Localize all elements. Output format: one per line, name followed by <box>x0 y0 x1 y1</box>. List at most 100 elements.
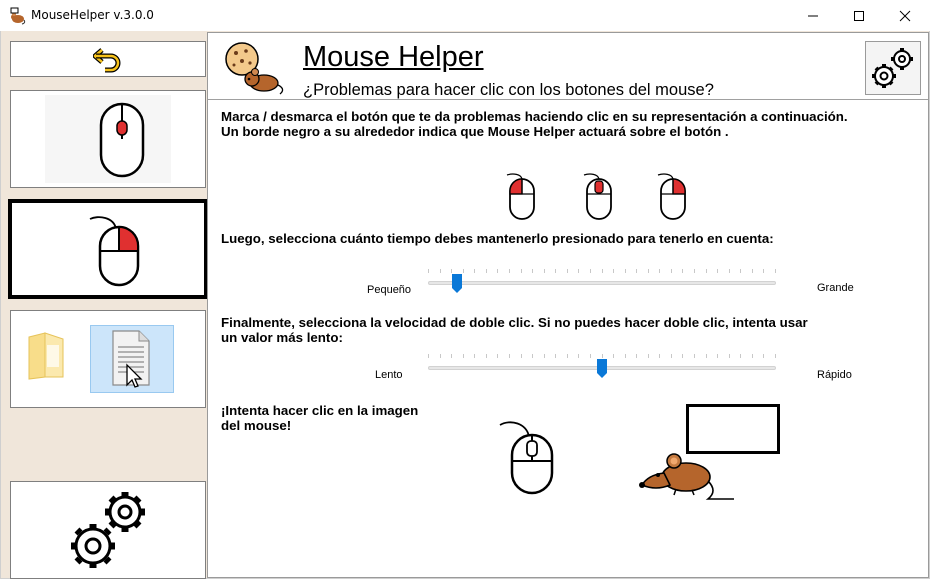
minimize-button[interactable] <box>790 0 836 31</box>
rat-icon <box>10 7 26 25</box>
slider-tick <box>717 354 718 358</box>
try-click-line-2: del mouse! <box>221 418 292 433</box>
slider-tick <box>532 269 533 273</box>
slider-tick <box>567 354 568 358</box>
slider-tick <box>694 269 695 273</box>
slider-tick <box>636 354 637 358</box>
gear-icon <box>872 48 913 88</box>
close-button[interactable] <box>882 0 928 31</box>
slider-tick <box>717 269 718 273</box>
sidebar-item-click[interactable] <box>10 90 206 188</box>
slider-tick <box>694 354 695 358</box>
slider-thumb[interactable] <box>597 359 607 378</box>
slider-tick <box>509 269 510 273</box>
mouse-right-button-option[interactable] <box>654 171 690 221</box>
slider-tick <box>613 269 614 273</box>
slider-tick <box>578 269 579 273</box>
slider-tick <box>752 269 753 273</box>
slider-tick <box>532 354 533 358</box>
slider-tick <box>567 269 568 273</box>
test-mouse-icon[interactable] <box>496 415 560 497</box>
slider-tick <box>521 269 522 273</box>
slider-tick <box>682 269 683 273</box>
back-button[interactable] <box>10 41 206 77</box>
slider-tick <box>763 354 764 358</box>
sidebar-item-right-click[interactable] <box>8 199 208 299</box>
double-click-slider[interactable] <box>428 354 776 384</box>
slider-tick <box>486 354 487 358</box>
slider-tick <box>775 269 776 273</box>
mouse-icon <box>99 102 145 178</box>
slider-tick <box>544 354 545 358</box>
undo-arrow-icon <box>93 48 121 73</box>
slider-tick <box>729 269 730 273</box>
speed-min-label: Lento <box>375 369 403 381</box>
slider-tick <box>659 354 660 358</box>
slider-tick <box>706 354 707 358</box>
page-subtitle: ¿Problemas para hacer clic con los boton… <box>303 81 714 99</box>
slider-tick <box>602 269 603 273</box>
hold-time-text: Luego, selecciona cuánto tiempo debes ma… <box>221 231 774 246</box>
close-icon <box>899 10 911 21</box>
minimize-icon <box>808 15 818 16</box>
slider-tick <box>451 269 452 273</box>
rat-icon <box>639 453 734 500</box>
mouse-left-button-option[interactable] <box>503 171 539 221</box>
cookie-rat-logo <box>225 42 284 95</box>
slider-tick <box>463 269 464 273</box>
gears-icon <box>71 492 145 568</box>
main-panel: Mouse Helper ¿Problemas para hacer clic … <box>207 32 929 578</box>
instructions-line-1: Marca / desmarca el botón que te da prob… <box>221 109 848 124</box>
slider-tick <box>752 354 753 358</box>
mouse-icon <box>89 216 140 287</box>
slider-tick <box>555 354 556 358</box>
slider-tick <box>682 354 683 358</box>
slider-tick <box>740 354 741 358</box>
slider-tick <box>474 354 475 358</box>
title-bar: MouseHelper v.3.0.0 <box>0 0 930 31</box>
mouse-middle-button-option[interactable] <box>580 171 616 221</box>
slider-tick <box>729 354 730 358</box>
slider-tick <box>428 354 429 358</box>
slider-thumb[interactable] <box>452 274 462 293</box>
double-click-line-1: Finalmente, selecciona la velocidad de d… <box>221 315 808 330</box>
slider-tick <box>602 354 603 358</box>
slider-track[interactable] <box>428 281 776 285</box>
slider-tick <box>659 269 660 273</box>
slider-tick <box>613 354 614 358</box>
slider-tick <box>590 354 591 358</box>
slider-tick <box>428 269 429 273</box>
sidebar-item-drag[interactable] <box>10 310 206 408</box>
slider-tick <box>440 354 441 358</box>
settings-button[interactable] <box>865 41 921 95</box>
hold-min-label: Pequeño <box>367 284 412 296</box>
instructions-line-2: Un borde negro a su alrededor indica que… <box>221 124 729 139</box>
header-divider <box>208 99 928 100</box>
double-click-line-2: un valor más lento: <box>221 330 343 345</box>
page-title: Mouse Helper <box>303 41 484 73</box>
app-window: Mouse Helper ¿Problemas para hacer clic … <box>0 31 930 579</box>
hold-max-label: Grande <box>817 282 854 294</box>
document-cursor-icon <box>112 330 150 388</box>
speed-max-label: Rápido <box>817 369 852 381</box>
slider-tick <box>763 269 764 273</box>
slider-tick <box>775 354 776 358</box>
try-click-line-1: ¡Intenta hacer clic en la imagen <box>221 403 419 418</box>
slider-tick <box>578 354 579 358</box>
slider-tick <box>497 354 498 358</box>
sidebar-item-settings[interactable] <box>10 481 206 579</box>
maximize-button[interactable] <box>836 0 882 31</box>
hold-slider[interactable] <box>428 269 776 299</box>
slider-tick <box>486 269 487 273</box>
window-title: MouseHelper v.3.0.0 <box>31 8 154 22</box>
slider-tick <box>451 354 452 358</box>
slider-tick <box>671 354 672 358</box>
slider-tick <box>740 269 741 273</box>
slider-tick <box>463 354 464 358</box>
slider-tick <box>590 269 591 273</box>
slider-tick <box>555 269 556 273</box>
slider-tick <box>474 269 475 273</box>
slider-tick <box>521 354 522 358</box>
folder-icon <box>28 332 64 380</box>
maximize-icon <box>854 10 864 21</box>
